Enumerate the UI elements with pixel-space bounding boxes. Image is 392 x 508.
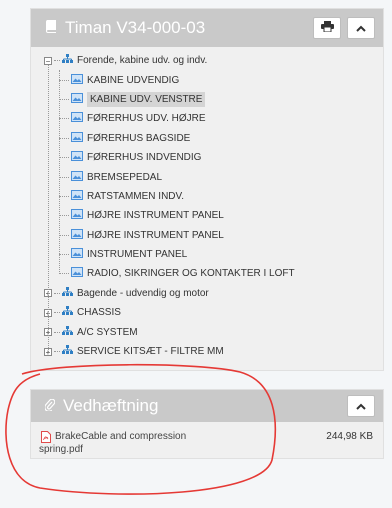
tree-connector [59, 137, 69, 139]
vehicle-panel-title: Timan V34-000-03 [65, 18, 206, 37]
folder-tree-icon [62, 345, 73, 358]
tree-node-label[interactable]: HØJRE INSTRUMENT PANEL [87, 210, 224, 221]
print-icon [320, 19, 334, 37]
tree-connector [59, 234, 69, 236]
tree-leaf[interactable]: RADIO, SIKRINGER OG KONTAKTER I LOFT [31, 264, 383, 283]
attachment-item[interactable]: BrakeCable and compression spring.pdf 24… [31, 422, 383, 466]
vehicle-panel-header: Timan V34-000-03 [31, 9, 383, 47]
tree-node-label[interactable]: FØRERHUS BAGSIDE [87, 133, 190, 144]
image-icon [71, 73, 83, 87]
tree-node-label[interactable]: KABINE UDV. VENSTRE [87, 91, 206, 107]
tree-leaf[interactable]: HØJRE INSTRUMENT PANEL [31, 226, 383, 245]
print-button[interactable] [313, 17, 341, 39]
tree-connector [59, 215, 69, 217]
tree-node-label[interactable]: RATSTAMMEN INDV. [87, 191, 184, 202]
tree-leaf[interactable]: BREMSEPEDAL [31, 167, 383, 186]
image-icon [71, 170, 83, 184]
tree-connector [54, 351, 60, 353]
attachment-file-size: 244,98 KB [326, 431, 373, 442]
tree-connector [59, 157, 69, 159]
chevron-up-icon [356, 19, 366, 37]
tree-connector [59, 273, 69, 275]
tree-node-label[interactable]: Forende, kabine udv. og indv. [77, 55, 207, 66]
book-icon [45, 18, 57, 38]
tree-connector [54, 60, 60, 62]
tree-node-label[interactable]: CHASSIS [77, 307, 121, 318]
tree-node-label[interactable]: FØRERHUS INDVENDIG [87, 152, 201, 163]
tree-node-label[interactable]: BREMSEPEDAL [87, 172, 162, 183]
parts-tree: − Forende, kabine udv. og indv. KABINE UDV… [31, 47, 383, 369]
image-icon [71, 189, 83, 203]
collapse-vehicle-panel-button[interactable] [347, 17, 375, 39]
image-icon [71, 248, 83, 261]
tree-leaf[interactable]: FØRERHUS BAGSIDE [31, 129, 383, 148]
image-icon [71, 267, 83, 280]
tree-guide-line [48, 64, 49, 352]
paperclip-icon [44, 396, 56, 416]
tree-leaf[interactable]: FØRERHUS INDVENDIG [31, 148, 383, 167]
tree-connector [54, 312, 60, 314]
tree-node-group-2[interactable]: + A/C SYSTEM [31, 322, 383, 341]
tree-node-label[interactable]: A/C SYSTEM [77, 327, 138, 338]
tree-node-label[interactable]: RADIO, SIKRINGER OG KONTAKTER I LOFT [87, 268, 295, 279]
tree-node-group-3[interactable]: + SERVICE KITSÆT - FILTRE MM [31, 342, 383, 361]
folder-tree-icon [62, 54, 73, 67]
tree-node-label[interactable]: SERVICE KITSÆT - FILTRE MM [77, 346, 224, 357]
collapse-toggle[interactable]: − [44, 56, 52, 65]
tree-connector [54, 292, 60, 294]
tree-leaf[interactable]: KABINE UDV. VENSTRE [31, 90, 383, 109]
image-icon [71, 131, 83, 145]
vehicle-panel: Timan V34-000-03 − Forende, kabine udv. o… [30, 8, 384, 371]
pdf-file-icon [41, 431, 51, 447]
tree-connector [54, 331, 60, 333]
attachment-panel-title: Vedhæftning [63, 396, 159, 415]
folder-tree-icon [62, 306, 73, 319]
image-icon [71, 228, 83, 242]
tree-leaf[interactable]: HØJRE INSTRUMENT PANEL [31, 206, 383, 225]
image-icon [71, 151, 83, 164]
tree-leaf[interactable]: RATSTAMMEN INDV. [31, 187, 383, 206]
tree-node-label[interactable]: Bagende - udvendig og motor [77, 288, 209, 299]
image-icon [71, 92, 83, 106]
tree-node-group-0[interactable]: + Bagende - udvendig og motor [31, 284, 383, 303]
tree-connector [59, 79, 69, 81]
tree-node-label[interactable]: INSTRUMENT PANEL [87, 249, 187, 260]
tree-connector [59, 176, 69, 178]
tree-connector [59, 118, 69, 120]
tree-connector [59, 195, 69, 197]
attachment-panel-header: Vedhæftning [31, 390, 383, 422]
tree-connector [59, 254, 69, 256]
image-icon [71, 112, 83, 125]
tree-leaf[interactable]: FØRERHUS UDV. HØJRE [31, 109, 383, 128]
attachment-file-name[interactable]: BrakeCable and compression spring.pdf [39, 431, 186, 455]
tree-node-root[interactable]: − Forende, kabine udv. og indv. [31, 51, 383, 70]
attachment-panel: Vedhæftning BrakeCable and compression s… [30, 389, 384, 459]
tree-connector [59, 98, 69, 100]
tree-node-label[interactable]: FØRERHUS UDV. HØJRE [87, 113, 206, 124]
collapse-attachment-panel-button[interactable] [347, 395, 375, 417]
folder-tree-icon [62, 325, 73, 339]
image-icon [71, 209, 83, 222]
tree-guide-line [59, 70, 60, 275]
tree-node-group-1[interactable]: + CHASSIS [31, 303, 383, 322]
tree-leaf[interactable]: KABINE UDVENDIG [31, 70, 383, 89]
tree-node-label[interactable]: KABINE UDVENDIG [87, 75, 179, 86]
folder-tree-icon [62, 286, 73, 300]
chevron-up-icon [356, 397, 366, 415]
tree-leaf[interactable]: INSTRUMENT PANEL [31, 245, 383, 264]
tree-node-label[interactable]: HØJRE INSTRUMENT PANEL [87, 230, 224, 241]
